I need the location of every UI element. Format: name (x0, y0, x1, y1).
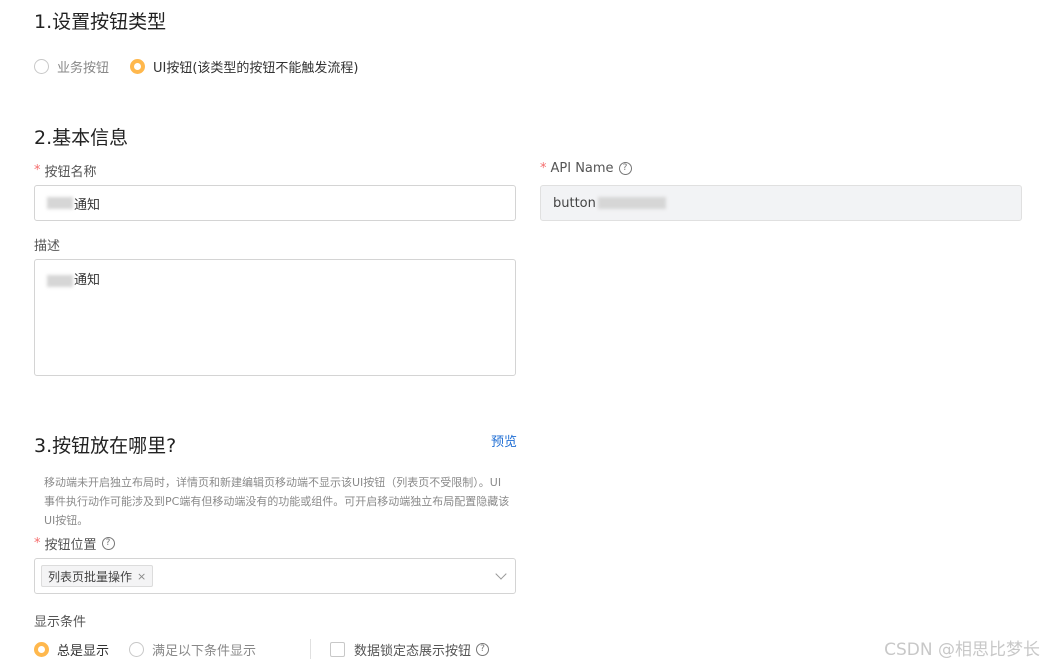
button-name-input[interactable]: 通知 (34, 185, 516, 221)
radio-circle-icon (34, 59, 49, 74)
lock-state-checkbox[interactable]: 数据锁定态展示按钮 ? (330, 640, 490, 659)
checkbox-icon (330, 642, 345, 657)
label-text: API Name (550, 161, 614, 176)
label-text: 按钮名称 (44, 165, 97, 180)
input-value: button (553, 195, 596, 211)
radio-circle-icon (129, 642, 144, 657)
help-icon[interactable]: ? (101, 537, 115, 550)
chevron-down-icon[interactable] (495, 568, 507, 580)
help-icon[interactable]: ? (618, 162, 632, 175)
section-title-button-location: 3.按钮放在哪里? (34, 435, 177, 457)
section-title-button-type: 1.设置按钮类型 (34, 11, 167, 33)
radio-selected-icon (130, 59, 145, 74)
display-condition-label: 显示条件 (34, 611, 86, 630)
tag-close-icon[interactable]: × (137, 570, 146, 583)
label-text: 显示条件 (34, 615, 87, 630)
help-icon[interactable]: ? (476, 643, 490, 656)
tag-label: 列表页批量操作 (48, 569, 133, 584)
button-position-select[interactable]: 列表页批量操作 × (34, 558, 516, 594)
radio-label: 总是显示 (57, 644, 110, 659)
radio-label: UI按钮(该类型的按钮不能触发流程) (153, 61, 359, 76)
radio-selected-icon (34, 642, 49, 657)
required-mark: * (34, 163, 41, 178)
radio-ui-button[interactable]: UI按钮(该类型的按钮不能触发流程) (130, 57, 359, 76)
input-value: 通知 (74, 197, 101, 213)
watermark: CSDN @相思比梦长 (884, 640, 1040, 660)
preview-link[interactable]: 预览 (491, 431, 517, 450)
redacted-text (47, 274, 73, 287)
api-name-label: * API Name ? (540, 161, 632, 176)
section-title-basic-info: 2.基本信息 (34, 127, 129, 149)
description-textarea[interactable]: 通知 (34, 259, 516, 376)
radio-label: 满足以下条件显示 (152, 644, 257, 659)
selected-tag: 列表页批量操作 × (41, 565, 154, 587)
button-name-label: * 按钮名称 (34, 161, 97, 180)
required-mark: * (34, 536, 41, 551)
checkbox-label: 数据锁定态展示按钮 (354, 644, 472, 659)
label-text: 按钮位置 (44, 538, 97, 553)
redacted-text (47, 197, 73, 209)
redacted-text (597, 197, 666, 209)
layout-hint-text: 移动端未开启独立布局时，详情页和新建编辑页移动端不显示该UI按钮（列表页不受限制… (44, 476, 510, 527)
description-label: 描述 (34, 235, 60, 254)
api-name-input: button (540, 185, 1022, 221)
divider (310, 639, 311, 659)
radio-always-show[interactable]: 总是显示 (34, 640, 109, 659)
radio-label: 业务按钮 (57, 61, 110, 76)
radio-conditional-show[interactable]: 满足以下条件显示 (129, 640, 256, 659)
label-text: 描述 (34, 239, 61, 254)
button-position-label: * 按钮位置 ? (34, 534, 115, 553)
required-mark: * (540, 161, 547, 176)
textarea-value: 通知 (74, 273, 101, 288)
radio-business-button[interactable]: 业务按钮 (34, 57, 109, 76)
